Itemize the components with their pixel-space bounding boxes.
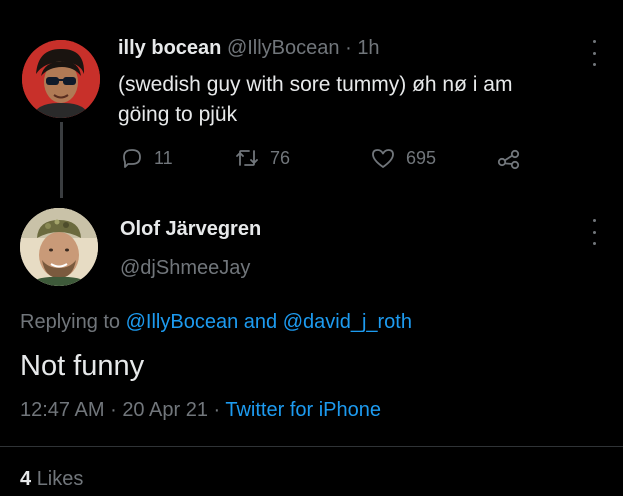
mention-link[interactable]: @IllyBocean bbox=[126, 311, 239, 333]
share-icon bbox=[497, 149, 520, 170]
avatar[interactable] bbox=[22, 40, 100, 118]
retweet-count: 76 bbox=[270, 147, 291, 168]
tweet-date[interactable]: 20 Apr 21 bbox=[122, 399, 208, 421]
replying-to-prefix: Replying to bbox=[20, 311, 121, 333]
reply-display-name[interactable]: Olof Järvegren bbox=[120, 218, 261, 241]
likes-row[interactable]: 4 Likes bbox=[20, 468, 83, 491]
like-button[interactable]: 695 bbox=[370, 146, 436, 170]
parent-tweet-text-line1: (swedish guy with sore tummy) øh nø i am bbox=[118, 73, 513, 96]
tweet-meta: 12:47 AM · 20 Apr 21 · Twitter for iPhon… bbox=[20, 399, 381, 422]
replying-to: Replying to @IllyBocean and @david_j_rot… bbox=[20, 311, 412, 334]
meta-separator: · bbox=[213, 399, 221, 421]
parent-time[interactable]: 1h bbox=[357, 37, 379, 59]
avatar-illy-image bbox=[22, 40, 100, 118]
meta-separator: · bbox=[110, 399, 117, 421]
reply-button[interactable]: 11 bbox=[120, 146, 173, 170]
reply-handle[interactable]: @djShmeeJay bbox=[120, 257, 250, 280]
parent-tweet-header: illy bocean @IllyBocean · 1h bbox=[118, 37, 380, 60]
parent-tweet-text-line2: göing to pjük bbox=[118, 103, 238, 126]
reply-icon bbox=[123, 149, 141, 168]
parent-tweet-text: (swedish guy with sore tummy) øh nø i am… bbox=[118, 70, 588, 130]
divider bbox=[0, 446, 623, 447]
tweet-client-link[interactable]: Twitter for iPhone bbox=[225, 399, 381, 421]
mention-link[interactable]: @david_j_roth bbox=[283, 311, 412, 333]
thread-line bbox=[60, 122, 63, 198]
share-button[interactable] bbox=[496, 146, 522, 170]
parent-separator: · bbox=[345, 37, 352, 59]
likes-label: Likes bbox=[36, 468, 84, 490]
tweet-actions: 11 76 695 bbox=[120, 146, 540, 172]
avatar-olof-image bbox=[20, 208, 98, 286]
tweet-time[interactable]: 12:47 AM bbox=[20, 399, 105, 421]
parent-display-name[interactable]: illy bocean bbox=[118, 37, 221, 59]
like-count: 695 bbox=[406, 147, 437, 168]
more-icon[interactable] bbox=[589, 219, 599, 245]
retweet-button[interactable]: 76 bbox=[234, 146, 290, 170]
heart-icon bbox=[372, 149, 394, 168]
likes-count: 4 bbox=[20, 468, 32, 490]
parent-handle[interactable]: @IllyBocean bbox=[227, 37, 340, 59]
replying-to-and[interactable]: and bbox=[244, 311, 277, 333]
tweet-screen: illy bocean @IllyBocean · 1h (swedish gu… bbox=[0, 0, 623, 496]
avatar[interactable] bbox=[20, 208, 98, 286]
retweet-icon bbox=[236, 150, 258, 166]
reply-tweet-text: Not funny bbox=[20, 350, 145, 382]
more-icon[interactable] bbox=[589, 40, 599, 66]
reply-count: 11 bbox=[154, 147, 173, 168]
